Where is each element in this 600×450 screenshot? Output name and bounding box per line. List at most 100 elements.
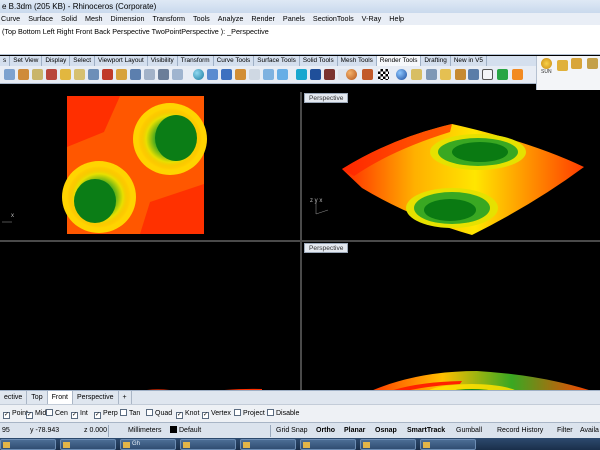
osnap-quad[interactable]: Quad	[146, 409, 172, 419]
sky-icon[interactable]	[571, 58, 582, 69]
viewport-top[interactable]: x	[0, 92, 300, 240]
menu-dimension[interactable]: Dimension	[107, 13, 149, 25]
toolbar-tab-curve-tools[interactable]: Curve Tools	[214, 56, 255, 66]
filter-toggle[interactable]: Filter	[557, 423, 573, 439]
menu-surface[interactable]: Surface	[24, 13, 57, 25]
toolbar-tab-display[interactable]: Display	[42, 56, 71, 66]
cylinder-icon[interactable]	[324, 69, 335, 80]
ortho-toggle[interactable]: Ortho	[316, 423, 335, 439]
menu-curve[interactable]: Curve	[0, 13, 24, 25]
menu-transform[interactable]: Transform	[149, 13, 189, 25]
sun-icon[interactable]	[396, 69, 407, 80]
taskbar-item[interactable]	[420, 439, 476, 450]
osnap-point[interactable]: ✓ Point	[3, 409, 28, 419]
point-icon[interactable]	[46, 69, 57, 80]
lock-icon[interactable]	[116, 69, 127, 80]
record-history-toggle[interactable]: Record History	[497, 423, 543, 439]
toolbar-tab-visibility[interactable]: Visibility	[148, 56, 178, 66]
osnap-cen[interactable]: Cen	[46, 409, 68, 419]
osnap-mid[interactable]: ✓ Mid	[26, 409, 46, 419]
taskbar-item[interactable]	[60, 439, 116, 450]
osnap-int[interactable]: ✓ Int	[71, 409, 88, 419]
light-icon[interactable]	[235, 69, 246, 80]
environment-icon[interactable]	[277, 69, 288, 80]
toolbar-tab-drafting[interactable]: Drafting	[421, 56, 451, 66]
toolbar-tab-new-in-v5[interactable]: New in V5	[451, 56, 487, 66]
gear-icon[interactable]	[18, 69, 29, 80]
frame-icon[interactable]	[130, 69, 141, 80]
teapot-icon[interactable]	[440, 69, 451, 80]
pencil-icon[interactable]	[74, 69, 85, 80]
viewport-perspective-bottom[interactable]: Perspective z y	[302, 242, 600, 390]
lamp-icon[interactable]	[426, 69, 437, 80]
osnap-perp[interactable]: ✓ Perp	[94, 409, 118, 419]
menu-render[interactable]: Render	[247, 13, 279, 25]
current-layer[interactable]: Default	[170, 423, 201, 439]
gumball-toggle[interactable]: Gumball	[456, 423, 482, 439]
menu-mesh[interactable]: Mesh	[81, 13, 107, 25]
folder-icon[interactable]	[60, 69, 71, 80]
material-ball-icon[interactable]	[346, 69, 357, 80]
toolbar-tab-standard[interactable]: s	[0, 56, 11, 66]
menu-tools[interactable]: Tools	[189, 13, 214, 25]
osnap-vertex[interactable]: ✓ Vertex	[202, 409, 231, 419]
camera-icon[interactable]	[263, 69, 274, 80]
menu-panels[interactable]: Panels	[279, 13, 309, 25]
toolbar-tab-solid-tools[interactable]: Solid Tools	[300, 56, 338, 66]
pan-icon[interactable]	[158, 69, 169, 80]
osnap-disable[interactable]: Disable	[267, 409, 299, 419]
multi-sphere-icon[interactable]	[207, 69, 218, 80]
osnap-knot[interactable]: ✓ Knot	[176, 409, 199, 419]
stop-render-icon[interactable]	[512, 69, 523, 80]
rotate-light-icon[interactable]	[587, 58, 598, 69]
taskbar-item[interactable]	[0, 439, 56, 450]
menu-vray[interactable]: V-Ray	[358, 13, 386, 25]
cube-icon[interactable]	[88, 69, 99, 80]
sun-icon[interactable]	[541, 58, 552, 69]
viewport-perspective-top[interactable]: Perspective z y x	[302, 92, 600, 240]
viewport-tab-top[interactable]: Top	[27, 391, 48, 404]
taskbar-item[interactable]	[300, 439, 356, 450]
command-history[interactable]: (Top Bottom Left Right Front Back Perspe…	[0, 25, 600, 55]
texture-icon[interactable]	[310, 69, 321, 80]
menu-help[interactable]: Help	[385, 13, 408, 25]
zoom-icon[interactable]	[172, 69, 183, 80]
grid-snap-toggle[interactable]: Grid Snap	[276, 423, 308, 439]
play-render-icon[interactable]	[497, 69, 508, 80]
taskbar-item[interactable]	[360, 439, 416, 450]
toolbar-tab-mesh-tools[interactable]: Mesh Tools	[338, 56, 377, 66]
viewport-tab-perspective[interactable]: ective	[0, 391, 28, 404]
decal-icon[interactable]	[362, 69, 373, 80]
taskbar-item[interactable]	[240, 439, 296, 450]
square-icon[interactable]	[4, 69, 15, 80]
spotlight-icon[interactable]	[249, 69, 260, 80]
viewport-front[interactable]	[0, 242, 300, 390]
taskbar-item[interactable]: Gh	[120, 439, 176, 450]
bulb-icon[interactable]	[455, 69, 466, 80]
osnap-tan[interactable]: Tan	[120, 409, 140, 419]
add-viewport-tab-button[interactable]: +	[119, 391, 132, 404]
brush-icon[interactable]	[102, 69, 113, 80]
taskbar-item[interactable]	[180, 439, 236, 450]
viewport-tab-perspective-2[interactable]: Perspective	[73, 391, 119, 404]
toolbar-tab-viewport-layout[interactable]: Viewport Layout	[95, 56, 148, 66]
ground-plane-icon[interactable]	[411, 69, 422, 80]
toolbar-tab-set-view[interactable]: Set View	[10, 56, 43, 66]
osnap-toggle[interactable]: Osnap	[375, 423, 397, 439]
toolbar-tab-surface-tools[interactable]: Surface Tools	[254, 56, 300, 66]
menu-sectiontools[interactable]: SectionTools	[309, 13, 358, 25]
planar-toggle[interactable]: Planar	[344, 423, 365, 439]
checker-icon[interactable]	[378, 69, 389, 80]
arrow-icon[interactable]	[32, 69, 43, 80]
toolbar-tab-render-tools[interactable]: Render Tools	[376, 56, 422, 66]
grid-icon[interactable]	[144, 69, 155, 80]
menu-analyze[interactable]: Analyze	[214, 13, 248, 25]
viewport-tab-front[interactable]: Front	[47, 391, 73, 404]
frame-buffer-icon[interactable]	[482, 69, 493, 80]
hexagon-icon[interactable]	[296, 69, 307, 80]
smarttrack-toggle[interactable]: SmartTrack	[407, 423, 445, 439]
sphere-icon[interactable]	[193, 69, 204, 80]
viewport-title-perspective[interactable]: Perspective	[304, 243, 349, 253]
osnap-project[interactable]: Project	[234, 409, 265, 419]
menu-solid[interactable]: Solid	[57, 13, 81, 25]
